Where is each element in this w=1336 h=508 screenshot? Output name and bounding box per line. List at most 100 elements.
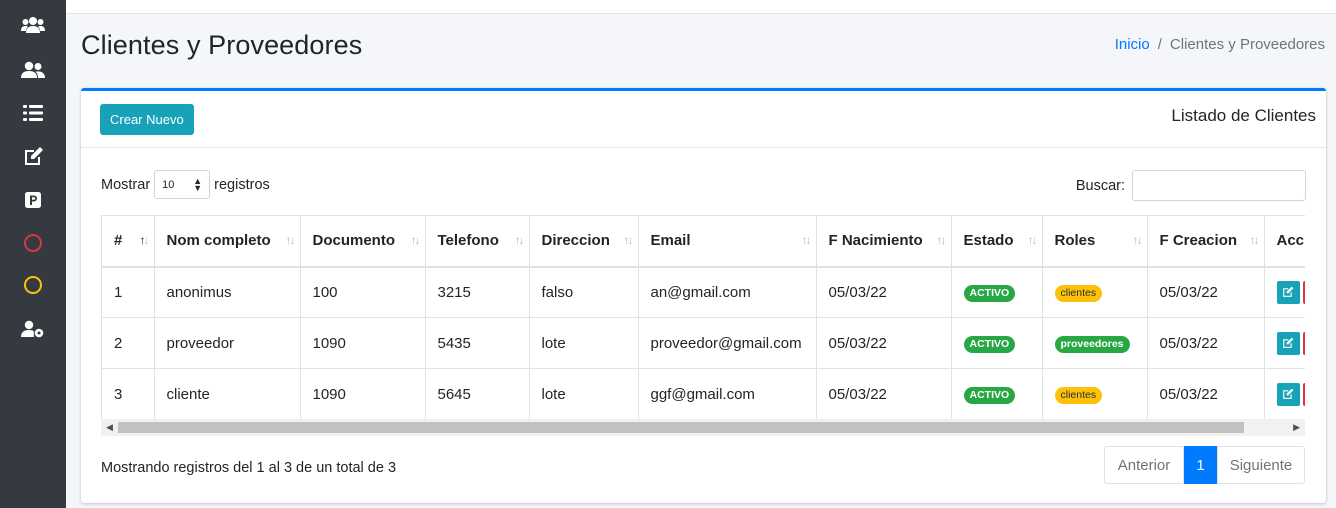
create-new-button[interactable]: Crear Nuevo (100, 104, 194, 135)
cell-address: lote (529, 368, 639, 420)
edit-icon (1283, 388, 1294, 399)
cell-email: ggf@gmail.com (638, 368, 817, 420)
cell-role: proveedores (1042, 317, 1148, 369)
role-badge: clientes (1054, 386, 1103, 404)
users-icon[interactable] (0, 10, 66, 40)
cell-birth: 05/03/22 (816, 317, 952, 369)
show-entries: Mostrar 10 ▲ ▼ registros (101, 170, 270, 199)
user-friends-icon[interactable] (0, 55, 66, 85)
delete-button[interactable] (1302, 331, 1305, 355)
breadcrumb-home-link[interactable]: Inicio (1115, 36, 1150, 53)
col-header-status[interactable]: Estado ↑↓ (951, 215, 1043, 268)
col-header-created[interactable]: F Creacion ↑↓ (1147, 215, 1265, 268)
cell-address: falso (529, 266, 639, 318)
search-label: Buscar: (1075, 177, 1125, 194)
delete-button[interactable] (1302, 382, 1305, 406)
parking-icon[interactable] (0, 185, 66, 215)
card-title: Listado de Clientes (1171, 106, 1316, 125)
role-badge: clientes (1054, 284, 1103, 302)
edit-icon (1283, 286, 1294, 298)
cell-status: ACTIVO (951, 368, 1043, 420)
cell-document: 1090 (300, 368, 426, 420)
cell-name: anonimus (154, 266, 301, 318)
col-header-birth[interactable]: F Nacimiento ↑↓ (816, 215, 952, 268)
sort-icon: ↑↓ (1249, 233, 1260, 247)
breadcrumb-current: Clientes y Proveedores (1169, 36, 1325, 53)
breadcrumb: Inicio / Clientes y Proveedores (1115, 36, 1325, 53)
sort-icon: ↑↓ (1132, 233, 1143, 247)
col-header-name[interactable]: Nom completo ↑↓ (154, 215, 301, 268)
cell-id: 3 (102, 368, 155, 420)
circle-red-icon[interactable] (0, 228, 66, 258)
cell-actions (1264, 317, 1305, 369)
cell-name: proveedor (154, 317, 301, 369)
role-badge: proveedores (1054, 335, 1130, 353)
cell-birth: 05/03/22 (816, 266, 952, 318)
col-header-roles[interactable]: Roles ↑↓ (1042, 215, 1148, 268)
breadcrumb-separator: / (1157, 36, 1162, 53)
status-badge: ACTIVO (963, 386, 1016, 404)
cell-role: clientes (1042, 368, 1148, 420)
table-row: 3 cliente 1090 5645 lote ggf@gmail.com 0… (102, 368, 1305, 420)
show-suffix: registros (214, 176, 270, 193)
table-row: 2 proveedor 1090 5435 lote proveedor@gma… (102, 317, 1305, 369)
cell-status: ACTIVO (951, 317, 1043, 369)
cell-address: lote (529, 317, 639, 369)
page-length-value: 10 (162, 178, 175, 191)
show-label: Mostrar (101, 176, 151, 193)
page-title: Clientes y Proveedores (81, 30, 363, 60)
cell-status: ACTIVO (951, 266, 1043, 318)
col-header-actions[interactable]: Acciones (1264, 215, 1305, 268)
page-1-button[interactable]: 1 (1184, 446, 1217, 484)
page-length-select[interactable]: 10 ▲ ▼ (154, 170, 211, 199)
scroll-left-icon[interactable]: ◀ (106, 422, 113, 433)
cell-role: clientes (1042, 266, 1148, 318)
edit-button[interactable] (1276, 331, 1300, 355)
edit-button[interactable] (1276, 280, 1300, 304)
status-badge: ACTIVO (963, 284, 1016, 302)
scroll-right-icon[interactable]: ▶ (1293, 422, 1300, 433)
table-row: 1 anonimus 100 3215 falso an@gmail.com 0… (102, 266, 1305, 318)
edit-button[interactable] (1276, 382, 1300, 406)
table-container: # ↑↓ Nom completo ↑↓ Documento ↑↓ Telefono ↑… (101, 215, 1305, 437)
cell-phone: 5645 (425, 368, 530, 420)
col-header-address[interactable]: Direccion ↑↓ (529, 215, 639, 268)
cell-document: 1090 (300, 317, 426, 369)
search-box: Buscar: (1076, 170, 1306, 201)
sort-icon: ↑↓ (623, 233, 634, 247)
horizontal-scrollbar[interactable]: ◀ ▶ (101, 419, 1305, 436)
cell-email: an@gmail.com (638, 266, 817, 318)
table-info: Mostrando registros del 1 al 3 de un tot… (101, 460, 397, 476)
delete-button[interactable] (1302, 280, 1305, 304)
top-navbar (66, 0, 1336, 14)
col-header-id[interactable]: # ↑↓ (102, 215, 155, 268)
col-header-email[interactable]: Email ↑↓ (638, 215, 817, 268)
list-icon[interactable] (0, 98, 66, 128)
sort-icon: ↑↓ (410, 233, 421, 247)
circle-yellow-icon[interactable] (0, 270, 66, 300)
clients-table: # ↑↓ Nom completo ↑↓ Documento ↑↓ Telefono ↑… (102, 215, 1305, 420)
col-header-document[interactable]: Documento ↑↓ (300, 215, 426, 268)
sort-icon: ↑↓ (1027, 233, 1038, 247)
table-header-row: # ↑↓ Nom completo ↑↓ Documento ↑↓ Telefono ↑… (102, 215, 1305, 268)
cell-actions (1264, 266, 1305, 318)
cell-id: 1 (102, 266, 155, 318)
cell-phone: 3215 (425, 266, 530, 318)
cell-phone: 5435 (425, 317, 530, 369)
pagination: Anterior 1 Siguiente (1104, 446, 1305, 484)
scroll-thumb[interactable] (118, 422, 1244, 433)
cell-email: proveedor@gmail.com (638, 317, 817, 369)
search-input[interactable] (1132, 170, 1306, 201)
next-page-button[interactable]: Siguiente (1217, 446, 1305, 484)
cell-id: 2 (102, 317, 155, 369)
users-cog-icon[interactable] (0, 314, 66, 344)
previous-page-button[interactable]: Anterior (1104, 446, 1184, 484)
cell-actions (1264, 368, 1305, 420)
edit-icon[interactable] (0, 141, 66, 171)
sidebar (0, 0, 66, 508)
status-badge: ACTIVO (963, 335, 1016, 353)
cell-created: 05/03/22 (1147, 368, 1265, 420)
edit-icon (1283, 337, 1294, 348)
col-header-phone[interactable]: Telefono ↑↓ (425, 215, 530, 268)
sort-icon: ↑↓ (801, 233, 812, 247)
